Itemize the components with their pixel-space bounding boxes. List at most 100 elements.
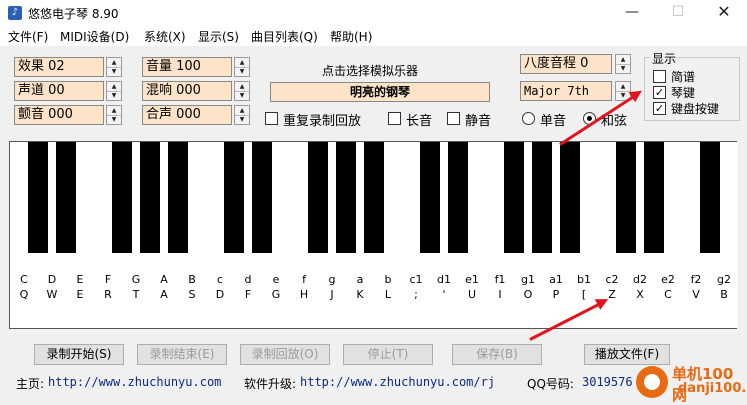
record-stop-button[interactable]: 录制结束(E) bbox=[137, 344, 227, 365]
instrument-display[interactable]: 明亮的钢琴 bbox=[270, 82, 490, 102]
maximize-button[interactable]: ☐ bbox=[655, 0, 701, 26]
spin-down-icon[interactable]: ▼ bbox=[107, 115, 121, 124]
menu-midi-device[interactable]: MIDI设备(D) bbox=[60, 28, 129, 45]
close-button[interactable]: ✕ bbox=[701, 0, 747, 26]
key-note-label: g1 bbox=[521, 273, 535, 286]
key-shortcut-label: G bbox=[271, 288, 281, 301]
key-note-label: e1 bbox=[465, 273, 479, 286]
black-key[interactable] bbox=[308, 142, 328, 253]
reverb-spinner[interactable]: ▲ ▼ bbox=[234, 81, 250, 101]
black-key[interactable] bbox=[336, 142, 356, 253]
volume-field[interactable]: 音量 100 bbox=[142, 57, 232, 77]
key-shortcut-label: F bbox=[244, 288, 252, 301]
watermark-line2: danji100.com bbox=[678, 381, 747, 396]
numbered-notation-checkbox[interactable] bbox=[653, 70, 666, 83]
menu-file[interactable]: 文件(F) bbox=[8, 28, 48, 45]
key-shortcut-label: J bbox=[330, 288, 334, 301]
effect-spinner[interactable]: ▲ ▼ bbox=[106, 57, 122, 77]
update-link[interactable]: http://www.zhuchunyu.com/rj bbox=[300, 375, 495, 389]
menu-playlist[interactable]: 曲目列表(Q) bbox=[251, 28, 318, 45]
key-shortcut-label: O bbox=[523, 288, 533, 301]
key-note-label: d2 bbox=[633, 273, 647, 286]
qq-label: QQ号码: bbox=[527, 377, 574, 391]
tremolo-spinner[interactable]: ▲ ▼ bbox=[106, 105, 122, 125]
key-note-label: F bbox=[104, 273, 112, 286]
black-key[interactable] bbox=[644, 142, 664, 253]
menu-display[interactable]: 显示(S) bbox=[198, 28, 239, 45]
key-note-label: b1 bbox=[577, 273, 591, 286]
black-key[interactable] bbox=[504, 142, 524, 253]
homepage-link[interactable]: http://www.zhuchunyu.com bbox=[48, 375, 221, 389]
numbered-notation-label: 简谱 bbox=[671, 70, 696, 84]
key-shortcut-label: P bbox=[552, 288, 560, 301]
black-key[interactable] bbox=[28, 142, 48, 253]
key-shortcut-label: I bbox=[498, 288, 502, 301]
spin-down-icon[interactable]: ▼ bbox=[107, 67, 121, 76]
mute-checkbox[interactable] bbox=[447, 112, 460, 125]
sustain-label: 长音 bbox=[406, 114, 433, 129]
black-key[interactable] bbox=[448, 142, 468, 253]
record-start-button[interactable]: 录制开始(S) bbox=[34, 344, 124, 365]
repeat-record-checkbox[interactable] bbox=[265, 112, 278, 125]
key-shortcut-label: ; bbox=[414, 288, 418, 301]
record-playback-button[interactable]: 录制回放(O) bbox=[240, 344, 330, 365]
black-key[interactable] bbox=[168, 142, 188, 253]
effect-field[interactable]: 效果 02 bbox=[14, 57, 104, 77]
tremolo-field[interactable]: 颤音 000 bbox=[14, 105, 104, 125]
volume-spinner[interactable]: ▲ ▼ bbox=[234, 57, 250, 77]
black-key[interactable] bbox=[420, 142, 440, 253]
single-note-radio[interactable] bbox=[522, 112, 535, 125]
black-key[interactable] bbox=[532, 142, 552, 253]
menu-system[interactable]: 系统(X) bbox=[144, 28, 186, 45]
key-note-label: G bbox=[131, 273, 141, 286]
channel-field[interactable]: 声道 00 bbox=[14, 81, 104, 101]
key-shortcut-label: H bbox=[299, 288, 309, 301]
octave-spinner[interactable]: ▲ ▼ bbox=[615, 54, 631, 74]
black-key[interactable] bbox=[252, 142, 272, 253]
piano-keyboard[interactable]: C Q D W E E F R G T A A B Sc Dd Fe Gf Hg Ja Kb Lc1; d1 ' e1 Uf1 I… bbox=[9, 141, 738, 329]
key-shortcut-label: E bbox=[76, 288, 84, 301]
keyboard-keys-checkbox[interactable]: ✓ bbox=[653, 102, 666, 115]
key-note-label: d1 bbox=[437, 273, 451, 286]
black-key[interactable] bbox=[224, 142, 244, 253]
reverb-field[interactable]: 混响 000 bbox=[142, 81, 232, 101]
key-note-label: f2 bbox=[690, 273, 702, 286]
minimize-button[interactable]: — bbox=[609, 0, 655, 26]
chord-type-field[interactable]: Major 7th bbox=[520, 81, 612, 101]
octave-field[interactable]: 八度音程 0 bbox=[520, 54, 612, 74]
black-key[interactable] bbox=[616, 142, 636, 253]
spin-down-icon[interactable]: ▼ bbox=[235, 115, 249, 124]
key-shortcut-label: C bbox=[664, 288, 672, 301]
channel-spinner[interactable]: ▲ ▼ bbox=[106, 81, 122, 101]
black-key[interactable] bbox=[700, 142, 720, 253]
key-shortcut-label: R bbox=[104, 288, 112, 301]
key-shortcut-label: W bbox=[46, 288, 58, 301]
key-note-label: A bbox=[160, 273, 168, 286]
black-key[interactable] bbox=[364, 142, 384, 253]
key-note-label: b bbox=[384, 273, 392, 286]
qq-number: 3019576 bbox=[582, 375, 633, 389]
play-file-button[interactable]: 播放文件(F) bbox=[584, 344, 670, 365]
black-key[interactable] bbox=[112, 142, 132, 253]
save-button[interactable]: 保存(B) bbox=[452, 344, 542, 365]
key-shortcut-label: ' bbox=[442, 288, 446, 301]
spin-down-icon[interactable]: ▼ bbox=[107, 91, 121, 100]
key-shortcut-label: Q bbox=[19, 288, 29, 301]
stop-button[interactable]: 停止(T) bbox=[343, 344, 433, 365]
key-shortcut-label: B bbox=[720, 288, 728, 301]
menu-help[interactable]: 帮助(H) bbox=[330, 28, 372, 45]
spin-down-icon[interactable]: ▼ bbox=[235, 67, 249, 76]
sustain-checkbox[interactable] bbox=[388, 112, 401, 125]
chorus-field[interactable]: 合声 000 bbox=[142, 105, 232, 125]
black-key[interactable] bbox=[560, 142, 580, 253]
title-bar[interactable]: ♪ 悠悠电子琴 8.90 — ☐ ✕ bbox=[0, 0, 747, 26]
key-shortcut-label: [ bbox=[581, 288, 587, 301]
key-note-label: a1 bbox=[549, 273, 563, 286]
spin-down-icon[interactable]: ▼ bbox=[235, 91, 249, 100]
piano-keys-checkbox[interactable]: ✓ bbox=[653, 86, 666, 99]
chorus-spinner[interactable]: ▲ ▼ bbox=[234, 105, 250, 125]
black-key[interactable] bbox=[56, 142, 76, 253]
black-key[interactable] bbox=[140, 142, 160, 253]
key-note-label: g bbox=[328, 273, 336, 286]
spin-down-icon[interactable]: ▼ bbox=[616, 64, 630, 73]
